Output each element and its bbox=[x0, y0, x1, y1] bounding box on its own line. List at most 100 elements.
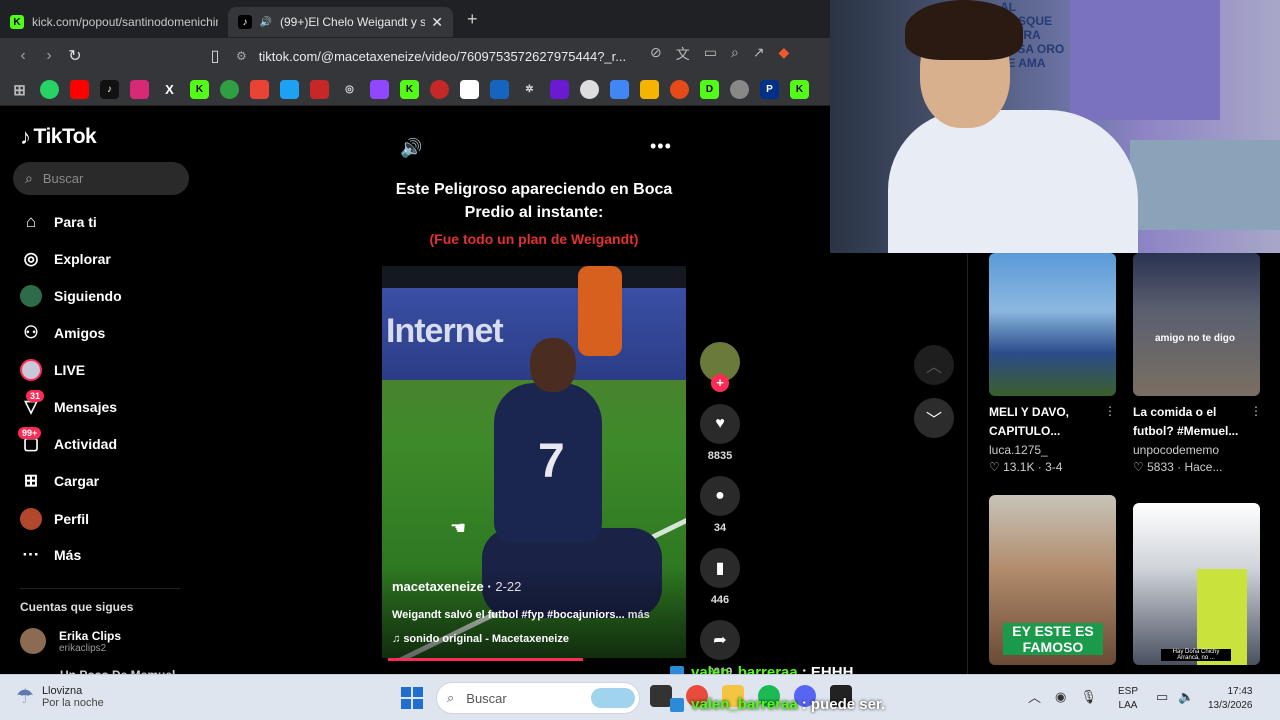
cast-icon[interactable]: ▭ bbox=[704, 44, 717, 64]
recommended-title[interactable]: MELI Y DAVO, CAPITULO... bbox=[989, 403, 1114, 441]
recommended-thumbnail[interactable]: amigo no te digo bbox=[1133, 253, 1260, 396]
sidebar-item-amigos[interactable]: ⚇ Amigos bbox=[20, 319, 105, 347]
language-indicator[interactable]: ESP LAA bbox=[1118, 685, 1138, 713]
brave-shield-icon[interactable]: ◆ bbox=[779, 44, 790, 64]
sidebar-item-para-ti[interactable]: ⌂ Para ti bbox=[20, 208, 97, 236]
kick-bookmark-icon[interactable]: K bbox=[190, 80, 209, 99]
sidebar-item-mensajes[interactable]: ▽ 31 Mensajes bbox=[20, 390, 117, 421]
video-author[interactable]: macetaxeneize · 2-22 bbox=[392, 579, 521, 594]
volume-icon[interactable]: 🔊 bbox=[400, 138, 422, 159]
globe-icon[interactable] bbox=[730, 80, 749, 99]
clock[interactable]: 17:43 13/3/2026 bbox=[1208, 685, 1253, 713]
recommended-user[interactable]: luca.1275_ bbox=[989, 443, 1048, 457]
github-icon[interactable]: ◎ bbox=[340, 80, 359, 99]
kebab-icon[interactable]: ⋮ bbox=[1104, 404, 1116, 418]
tiktok-logo[interactable]: ♪ TikTok bbox=[20, 124, 97, 150]
more-link[interactable]: más bbox=[628, 609, 650, 621]
bookmark-icon-7[interactable] bbox=[580, 80, 599, 99]
recommended-thumbnail[interactable]: EY ESTE ES FAMOSO bbox=[989, 495, 1116, 665]
bookmark-icon-4[interactable] bbox=[490, 80, 509, 99]
bookmark-icon-2[interactable] bbox=[430, 80, 449, 99]
video-player[interactable]: Internet 7 macetaxeneize · 2-22 Weigandt… bbox=[382, 266, 686, 658]
creator-avatar[interactable]: + bbox=[700, 342, 740, 392]
following-account[interactable]: Erika Clips erikaclips2 bbox=[20, 628, 121, 654]
follow-plus-icon[interactable]: + bbox=[711, 374, 729, 392]
close-tab-icon[interactable]: ✕ bbox=[431, 14, 443, 31]
tab-tiktok[interactable]: ♪ 🔊 (99+)El Chelo Weigandt y su l ✕ bbox=[228, 7, 453, 37]
more-options-icon[interactable]: ••• bbox=[650, 136, 672, 157]
recommended-user[interactable]: unpocodememo bbox=[1133, 443, 1219, 457]
video-description[interactable]: Weigandt salvó el futbol #fyp #bocajunio… bbox=[392, 609, 682, 621]
sidebar-item-actividad[interactable]: ▢ 99+ Actividad bbox=[18, 427, 117, 458]
save-button[interactable]: ▮ bbox=[700, 548, 740, 588]
share-button[interactable]: ➦ bbox=[700, 620, 740, 660]
profile-icon bbox=[20, 508, 42, 530]
site-info-icon[interactable]: ⚙ bbox=[236, 49, 247, 63]
like-button[interactable]: ♥ bbox=[700, 404, 740, 444]
chevron-up-icon: ︿ bbox=[925, 359, 942, 376]
x-icon[interactable]: X bbox=[160, 80, 179, 99]
eye-slash-icon[interactable]: ⊘ bbox=[650, 44, 662, 64]
sidebar-item-explorar[interactable]: ◎ Explorar bbox=[20, 245, 111, 273]
kick-bookmark-icon-2[interactable]: K bbox=[400, 80, 419, 99]
kebab-icon[interactable]: ⋮ bbox=[1250, 404, 1262, 418]
taskbar-search[interactable]: ⌕ Buscar bbox=[436, 682, 640, 714]
task-view-icon[interactable] bbox=[650, 685, 672, 707]
reload-icon[interactable]: ↻ bbox=[62, 46, 88, 66]
forward-icon[interactable]: › bbox=[36, 47, 62, 65]
whatsapp-icon[interactable] bbox=[40, 80, 59, 99]
stats-icon[interactable] bbox=[310, 80, 329, 99]
translate-icon[interactable]: 文 bbox=[676, 44, 690, 64]
url-field[interactable]: ⚙ tiktok.com/@macetaxeneize/video/760975… bbox=[236, 42, 646, 70]
video-progress-bar[interactable] bbox=[388, 658, 584, 661]
tab-kick[interactable]: K kick.com/popout/santinodomenichini bbox=[0, 7, 228, 37]
tiktok-bookmark-icon[interactable]: ♪ bbox=[100, 80, 119, 99]
sidebar-item-mas[interactable]: ··· Más bbox=[20, 541, 82, 569]
docs-icon[interactable] bbox=[610, 80, 629, 99]
comment-button[interactable]: ● bbox=[700, 476, 740, 516]
instagram-icon[interactable] bbox=[130, 80, 149, 99]
apps-grid-icon[interactable]: ⊞ bbox=[10, 80, 29, 99]
d-icon[interactable]: D bbox=[700, 80, 719, 99]
bookmark-icon-3[interactable] bbox=[460, 80, 479, 99]
recommended-thumbnail[interactable]: Hay Doña Chichy Arrancá, no ... bbox=[1133, 503, 1260, 665]
kick-bookmark-icon-3[interactable]: K bbox=[790, 80, 809, 99]
windows-start-icon[interactable] bbox=[401, 687, 423, 709]
monitor-icon[interactable]: ▭ bbox=[1156, 689, 1168, 705]
bookmark-icon[interactable]: ▯ bbox=[202, 46, 228, 66]
chevron-up-icon[interactable]: ︿ bbox=[1028, 687, 1041, 706]
drive-icon[interactable] bbox=[640, 80, 659, 99]
share-icon[interactable]: ↗ bbox=[753, 44, 765, 64]
gmail-icon[interactable] bbox=[250, 80, 269, 99]
sidebar-item-perfil[interactable]: Perfil bbox=[20, 505, 89, 533]
next-video-button[interactable]: ﹀ bbox=[914, 398, 954, 438]
search-input[interactable]: ⌕ Buscar bbox=[13, 162, 189, 195]
recommended-title[interactable]: La comida o el futbol? #Memuel... bbox=[1133, 403, 1258, 441]
bookmark-icon-6[interactable] bbox=[550, 80, 569, 99]
bookmark-icon-1[interactable] bbox=[280, 80, 299, 99]
new-tab-button[interactable]: + bbox=[467, 9, 478, 30]
recommended-thumbnail[interactable] bbox=[989, 253, 1116, 396]
volume-icon[interactable]: 🔈 bbox=[1178, 689, 1194, 705]
zoom-icon[interactable]: ⌕ bbox=[731, 44, 739, 64]
twitch-icon[interactable] bbox=[370, 80, 389, 99]
kick-icon: K bbox=[10, 15, 24, 29]
sidebar-item-live[interactable]: LIVE bbox=[20, 356, 85, 384]
recommended-stats: ♡ 13.1K · 3-4 bbox=[989, 460, 1063, 474]
youtube-icon[interactable] bbox=[70, 80, 89, 99]
previous-video-button[interactable]: ︿ bbox=[914, 345, 954, 385]
weather-widget[interactable]: ☂ Llovizna Por la noche bbox=[16, 684, 104, 709]
soccer-icon[interactable] bbox=[220, 80, 239, 99]
friends-icon: ⚇ bbox=[23, 323, 39, 342]
bookmark-icon-5[interactable]: ✲ bbox=[520, 80, 539, 99]
sidebar-item-siguiendo[interactable]: Siguiendo bbox=[20, 282, 122, 310]
bookmark-icon-8[interactable] bbox=[670, 80, 689, 99]
back-icon[interactable]: ‹ bbox=[10, 47, 36, 65]
network-icon[interactable]: ◉ bbox=[1055, 689, 1066, 705]
paypal-icon[interactable]: P bbox=[760, 80, 779, 99]
video-sound[interactable]: ♫ sonido original - Macetaxeneize bbox=[392, 633, 569, 645]
mic-icon[interactable]: 🎙 bbox=[1080, 689, 1097, 705]
thumbnail-overlay-text: amigo no te digo bbox=[1155, 333, 1235, 344]
chat-message: valen_barreraa : puede ser. bbox=[670, 696, 885, 713]
sidebar-item-cargar[interactable]: ⊞ Cargar bbox=[20, 467, 99, 495]
